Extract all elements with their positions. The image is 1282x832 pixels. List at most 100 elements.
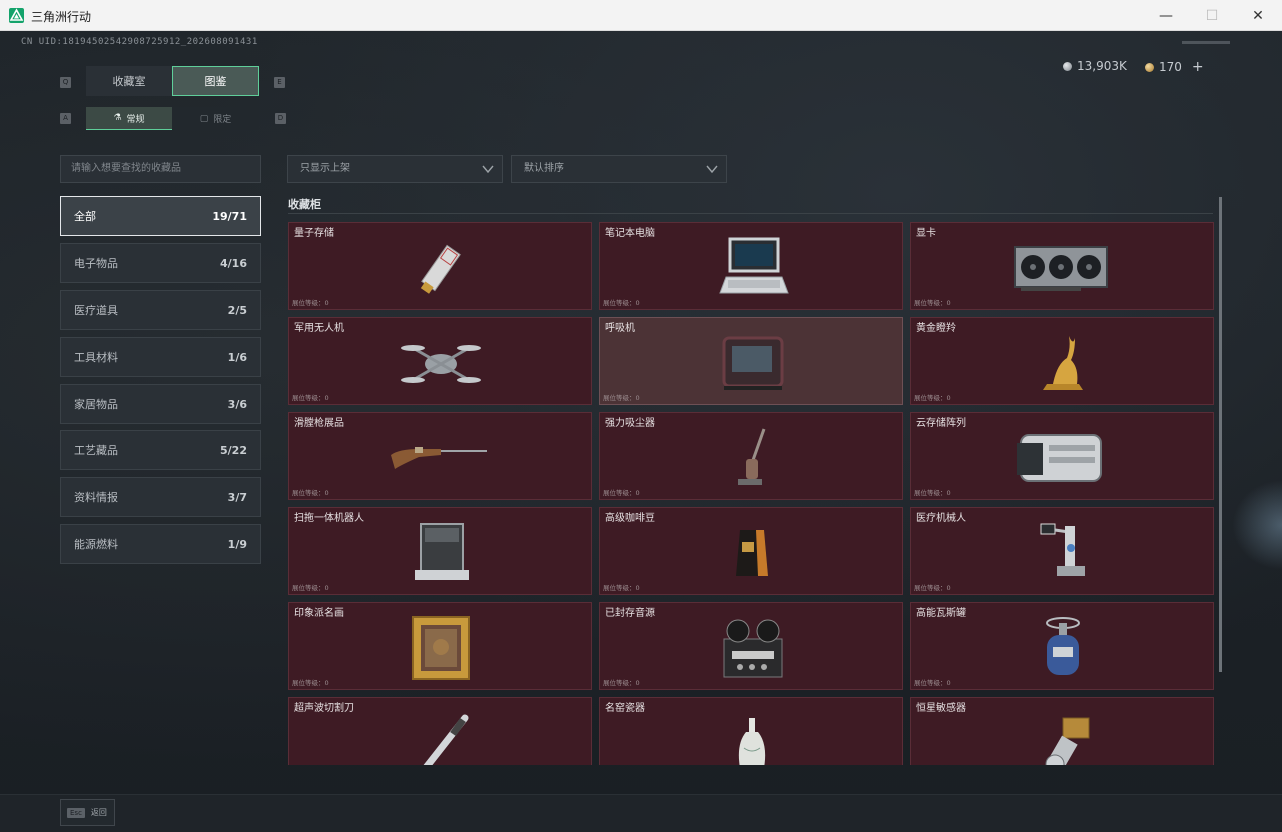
cabinet-item-storage-array[interactable]: 云存储阵列 展位等级：0 xyxy=(910,412,1214,500)
player-uid: CN UID:18194502542908725912_202608091431 xyxy=(21,37,258,47)
key-hint-a: A xyxy=(60,113,71,124)
cabinet-item-musket[interactable]: 滑膛枪展品 展位等级：0 xyxy=(288,412,592,500)
star-sensor-icon xyxy=(1045,717,1090,765)
subtab-limited[interactable]: ▢ 限定 xyxy=(172,107,259,130)
item-level: 展位等级：0 xyxy=(603,394,640,402)
cabinet-item-laptop[interactable]: 笔记本电脑 展位等级：0 xyxy=(599,222,903,310)
search-input[interactable]: 请输入想要查找的收藏品 xyxy=(60,155,261,183)
item-name: 名窑瓷器 xyxy=(605,703,645,714)
key-hint-e: E xyxy=(274,77,285,88)
minimize-button[interactable]: — xyxy=(1143,0,1189,31)
cabinet-item-vacuum[interactable]: 强力吸尘器 展位等级：0 xyxy=(599,412,903,500)
quantum-storage-icon xyxy=(420,244,461,294)
cabinet-scrollbar[interactable] xyxy=(1219,197,1222,672)
coffee-bag-icon xyxy=(736,530,768,576)
cabinet-item-ultrasonic-knife[interactable]: 超声波切割刀 展位等级：0 xyxy=(288,697,592,765)
key-hint-d: D xyxy=(275,113,286,124)
ultrasonic-knife-icon xyxy=(423,714,469,765)
category-crafts[interactable]: 工艺藏品 5/22 xyxy=(60,430,261,470)
cabinet-item-star-sensor[interactable]: 恒星敏感器 展位等级：0 xyxy=(910,697,1214,765)
silver-currency-value: 13,903K xyxy=(1077,59,1127,73)
frame-icon: ▢ xyxy=(199,113,209,124)
category-medical[interactable]: 医疗道具 2/5 xyxy=(60,290,261,330)
cabinet-item-golden-gazelle[interactable]: 黄金瞪羚 展位等级：0 xyxy=(910,317,1214,405)
category-intel[interactable]: 资料情报 3/7 xyxy=(60,477,261,517)
cabinet-item-medical-robot[interactable]: 医疗机械人 展位等级：0 xyxy=(910,507,1214,595)
background-light xyxy=(1232,480,1282,570)
reel-recorder-icon xyxy=(723,619,783,678)
category-label: 全部 xyxy=(74,210,96,223)
item-level: 展位等级：0 xyxy=(914,679,951,687)
category-all[interactable]: 全部 19/71 xyxy=(60,196,261,236)
medical-robot-icon xyxy=(1040,523,1085,576)
gold-currency: 170 + xyxy=(1145,59,1204,75)
item-name: 量子存储 xyxy=(294,228,334,239)
category-count: 2/5 xyxy=(227,303,247,317)
sort-value: 默认排序 xyxy=(524,163,564,174)
category-label: 资料情报 xyxy=(74,491,118,504)
gold-currency-value: 170 xyxy=(1159,60,1182,74)
item-level: 展位等级：0 xyxy=(603,679,640,687)
item-level: 展位等级：0 xyxy=(914,394,951,402)
category-label: 工具材料 xyxy=(74,351,118,364)
category-label: 医疗道具 xyxy=(74,304,118,317)
item-name: 高能瓦斯罐 xyxy=(916,608,966,619)
item-level: 展位等级：0 xyxy=(914,584,951,592)
category-household[interactable]: 家居物品 3/6 xyxy=(60,384,261,424)
category-label: 家居物品 xyxy=(74,398,118,411)
display-filter-dropdown[interactable]: 只显示上架 xyxy=(287,155,503,183)
cabinet-item-mop-robot[interactable]: 扫拖一体机器人 展位等级：0 xyxy=(288,507,592,595)
silver-coin-icon xyxy=(1063,61,1072,71)
category-tools[interactable]: 工具材料 1/6 xyxy=(60,337,261,377)
flask-icon: ⚗ xyxy=(113,113,122,123)
cabinet-item-porcelain[interactable]: 名窑瓷器 展位等级：0 xyxy=(599,697,903,765)
window-titlebar: 三角洲行动 — ☐ ✕ xyxy=(0,0,1282,31)
gas-canister-icon xyxy=(1046,617,1080,675)
close-button[interactable]: ✕ xyxy=(1235,0,1281,31)
item-level: 展位等级：0 xyxy=(292,584,329,592)
cabinet-item-gas-canister[interactable]: 高能瓦斯罐 展位等级：0 xyxy=(910,602,1214,690)
cabinet-item-coffee-beans[interactable]: 高级咖啡豆 展位等级：0 xyxy=(599,507,903,595)
item-level: 展位等级：0 xyxy=(292,394,329,402)
item-name: 超声波切割刀 xyxy=(294,703,354,714)
category-count: 3/7 xyxy=(227,490,247,504)
mop-robot-icon xyxy=(415,523,469,580)
item-name: 滑膛枪展品 xyxy=(294,418,344,429)
add-currency-button[interactable]: + xyxy=(1192,59,1204,75)
key-hint-q: Q xyxy=(60,77,71,88)
item-level: 展位等级：0 xyxy=(292,489,329,497)
item-level: 展位等级：0 xyxy=(603,584,640,592)
sort-dropdown[interactable]: 默认排序 xyxy=(511,155,727,183)
cabinet-item-reel-recorder[interactable]: 已封存音源 展位等级：0 xyxy=(599,602,903,690)
graphics-card-icon xyxy=(1014,246,1108,291)
painting-icon xyxy=(412,616,470,680)
cabinet-item-drone[interactable]: 军用无人机 展位等级：0 xyxy=(288,317,592,405)
golden-gazelle-icon xyxy=(1043,336,1083,390)
item-name: 扫拖一体机器人 xyxy=(294,513,364,524)
maximize-button[interactable]: ☐ xyxy=(1189,0,1235,31)
item-name: 笔记本电脑 xyxy=(605,228,655,239)
subtab-regular[interactable]: ⚗ 常规 xyxy=(86,107,172,130)
category-count: 5/22 xyxy=(220,443,247,457)
item-name: 云存储阵列 xyxy=(916,418,966,429)
item-name: 呼吸机 xyxy=(605,323,635,334)
drone-icon xyxy=(401,345,481,383)
ventilator-icon xyxy=(722,336,784,390)
cabinet-item-painting[interactable]: 印象派名画 展位等级：0 xyxy=(288,602,592,690)
category-energy[interactable]: 能源燃料 1/9 xyxy=(60,524,261,564)
esc-key-hint: Esc xyxy=(67,807,85,818)
item-level: 展位等级：0 xyxy=(603,299,640,307)
tab-codex[interactable]: 图鉴 xyxy=(172,66,259,96)
item-level: 展位等级：0 xyxy=(914,489,951,497)
tab-collection-room[interactable]: 收藏室 xyxy=(86,66,172,96)
musket-icon xyxy=(391,447,487,469)
window-title: 三角洲行动 xyxy=(31,10,92,24)
category-count: 4/16 xyxy=(220,256,247,270)
category-label: 电子物品 xyxy=(74,257,118,270)
back-button[interactable]: Esc 返回 xyxy=(60,799,115,826)
cabinet-item-quantum-storage[interactable]: 量子存储 展位等级：0 xyxy=(288,222,592,310)
cabinet-item-ventilator[interactable]: 呼吸机 展位等级：0 xyxy=(599,317,903,405)
porcelain-vase-icon xyxy=(738,718,766,765)
cabinet-item-graphics-card[interactable]: 显卡 展位等级：0 xyxy=(910,222,1214,310)
category-electronics[interactable]: 电子物品 4/16 xyxy=(60,243,261,283)
